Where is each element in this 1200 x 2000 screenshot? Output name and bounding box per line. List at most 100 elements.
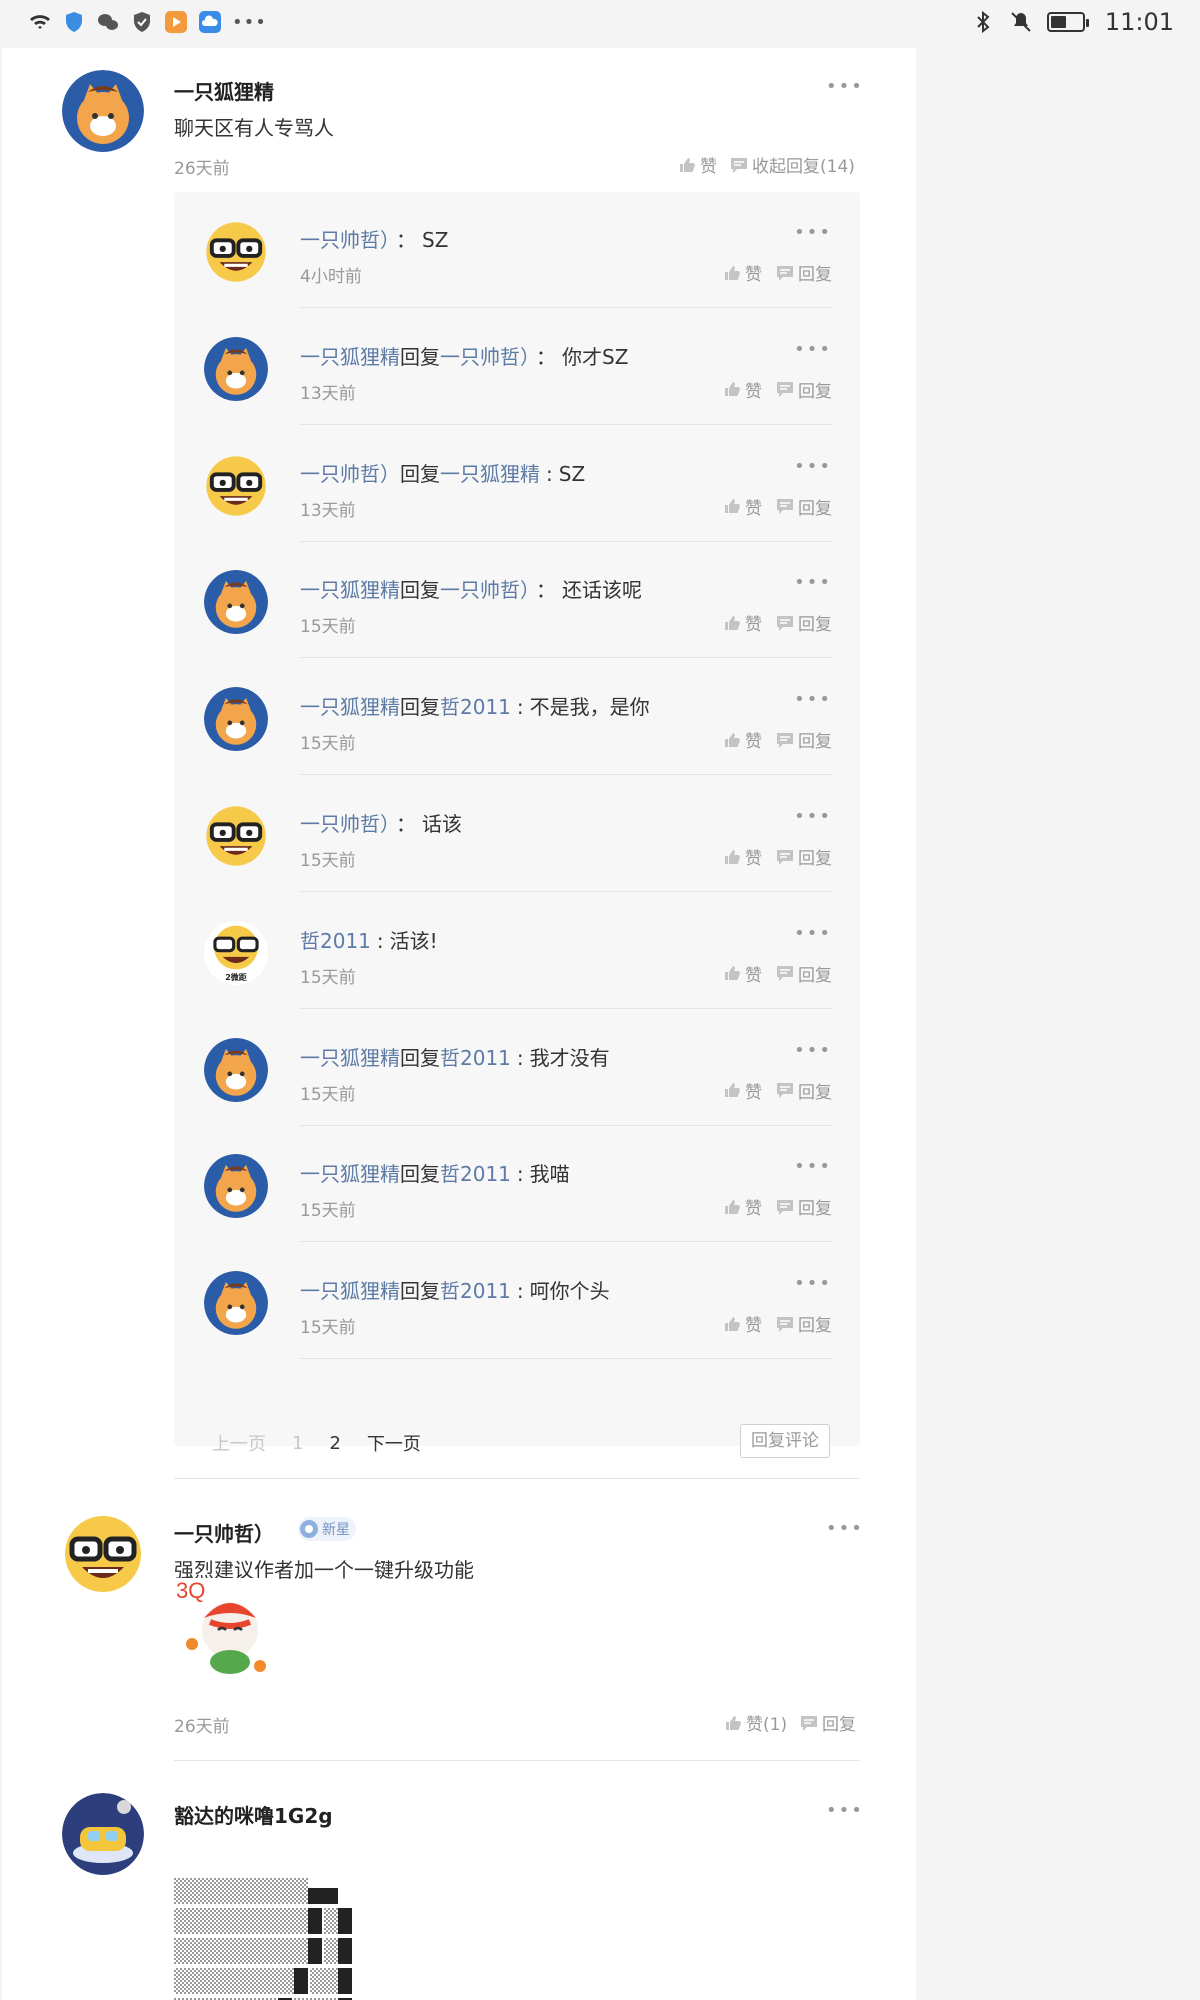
like-button[interactable]: 赞 [678,152,717,177]
reply-button[interactable]: 回复 [776,260,832,285]
more-options-icon[interactable]: ••• [794,1040,832,1061]
reply-author[interactable]: 一只帅哲） [300,228,390,252]
more-options-icon[interactable]: ••• [794,923,832,944]
reply-target[interactable]: 哲2011 [440,695,511,719]
comment-text: 聊天区有人专骂人 [174,116,334,140]
reply-label: 回复 [798,265,832,285]
reply-author[interactable]: 一只狐狸精 [300,695,400,719]
reply-text: 一只狐狸精回复哲2011: 我喵 [300,1158,570,1187]
reply-author[interactable]: 一只狐狸精 [300,1162,400,1186]
reply-target[interactable]: 哲2011 [440,1279,511,1303]
like-button[interactable]: 赞 [723,727,762,752]
reply-text: 一只帅哲）：话该 [300,808,462,837]
reply-button[interactable]: 回复 [776,610,832,635]
avatar[interactable] [62,1793,144,1875]
like-button[interactable]: 赞 [723,1078,762,1103]
page-1-button[interactable]: 1 [292,1433,303,1454]
more-options-icon[interactable]: ••• [794,1273,832,1294]
more-options-icon[interactable]: ••• [826,76,864,97]
reply-button[interactable]: 回复 [776,961,832,986]
like-button[interactable]: 赞 [723,494,762,519]
reply-author[interactable]: 一只狐狸精 [300,578,400,602]
avatar[interactable] [204,570,268,635]
avatar[interactable] [204,454,268,518]
comment-icon [731,157,747,173]
comment-author[interactable]: 一只帅哲） [174,1518,274,1547]
avatar[interactable] [204,1037,268,1102]
reply-author[interactable]: 哲2011 [300,929,371,953]
reply-author[interactable]: 一只狐狸精 [300,345,400,369]
reply-label: 回复 [798,498,832,519]
more-options-icon[interactable]: ••• [794,806,832,827]
comment-time: 26天前 [174,159,230,179]
divider [174,1478,860,1479]
comment-icon [777,966,793,982]
page-2-button[interactable]: 2 [329,1433,340,1454]
reply-target[interactable]: 一只狐狸精 [440,462,540,486]
thumb-up-icon [725,732,740,747]
reply-button[interactable]: 回复 [776,494,832,519]
avatar[interactable] [204,804,268,868]
avatar[interactable]: 2微距 [204,920,268,985]
comment-author[interactable]: 一只狐狸精 [174,76,274,105]
reply-actions: 赞 回复 [723,844,832,869]
comment-icon [777,265,793,281]
reply-comment-button[interactable]: 回复评论 [740,1424,830,1458]
avatar[interactable] [204,336,268,401]
reply-button[interactable]: 回复 [776,844,832,869]
more-options-icon[interactable]: ••• [794,339,832,360]
like-label: 赞 [745,498,762,519]
reply-author[interactable]: 一只狐狸精 [300,1279,400,1303]
like-button[interactable]: 赞 [723,1194,762,1219]
more-options-icon[interactable]: ••• [794,456,832,477]
reply-target[interactable]: 一只帅哲） [440,578,530,602]
reply-target[interactable]: 一只帅哲） [440,345,530,369]
reply-time: 15天前 [300,1084,356,1105]
more-options-icon[interactable]: ••• [794,572,832,593]
like-button[interactable]: 赞 [723,260,762,285]
more-options-icon[interactable]: ••• [826,1518,864,1539]
avatar[interactable] [204,1154,268,1219]
comment-icon [777,1316,793,1332]
reply-button[interactable]: 回复 [800,1710,856,1735]
more-options-icon[interactable]: ••• [794,689,832,710]
comment-icon [777,1083,793,1099]
reply-content: 话该 [422,812,462,836]
avatar[interactable] [62,1513,144,1595]
more-options-icon[interactable]: ••• [794,1156,832,1177]
like-button[interactable]: 赞(1) [724,1710,787,1735]
reply-author[interactable]: 一只帅哲） [300,812,390,836]
like-button[interactable]: 赞 [723,1311,762,1336]
reply-target[interactable]: 哲2011 [440,1162,511,1186]
avatar[interactable] [204,220,268,284]
avatar[interactable] [204,1271,268,1336]
like-button[interactable]: 赞 [723,377,762,402]
next-page-button[interactable]: 下一页 [367,1430,421,1456]
thumb-up-icon [725,1083,740,1098]
reply-content: SZ [422,228,449,252]
reply-button[interactable]: 回复 [776,727,832,752]
like-button[interactable]: 赞 [723,961,762,986]
avatar[interactable] [62,70,144,152]
reply-keyword: 回复 [400,695,440,720]
reply-keyword: 回复 [400,578,440,603]
avatar[interactable] [204,687,268,752]
reply-target[interactable]: 哲2011 [440,1046,511,1070]
reply-button[interactable]: 回复 [776,1311,832,1336]
more-options-icon[interactable]: ••• [826,1800,864,1821]
reply-author[interactable]: 一只帅哲） [300,462,400,486]
collapse-replies-button[interactable]: 收起回复(14) [730,152,855,177]
reply-time: 15天前 [300,617,356,638]
prev-page-button[interactable]: 上一页 [212,1430,266,1456]
reply-author[interactable]: 一只狐狸精 [300,1046,400,1070]
sticker-image[interactable]: 3Q [174,1578,278,1682]
comment-author[interactable]: 豁达的咪噜1G2g [174,1800,333,1829]
like-button[interactable]: 赞 [723,844,762,869]
reply-button[interactable]: 回复 [776,1078,832,1103]
more-options-icon[interactable]: ••• [794,222,832,243]
reply-button[interactable]: 回复 [776,1194,832,1219]
reply-button[interactable]: 回复 [776,377,832,402]
like-button[interactable]: 赞 [723,610,762,635]
reply-label: 回复 [798,1082,832,1103]
more-icon: ••• [232,11,267,33]
